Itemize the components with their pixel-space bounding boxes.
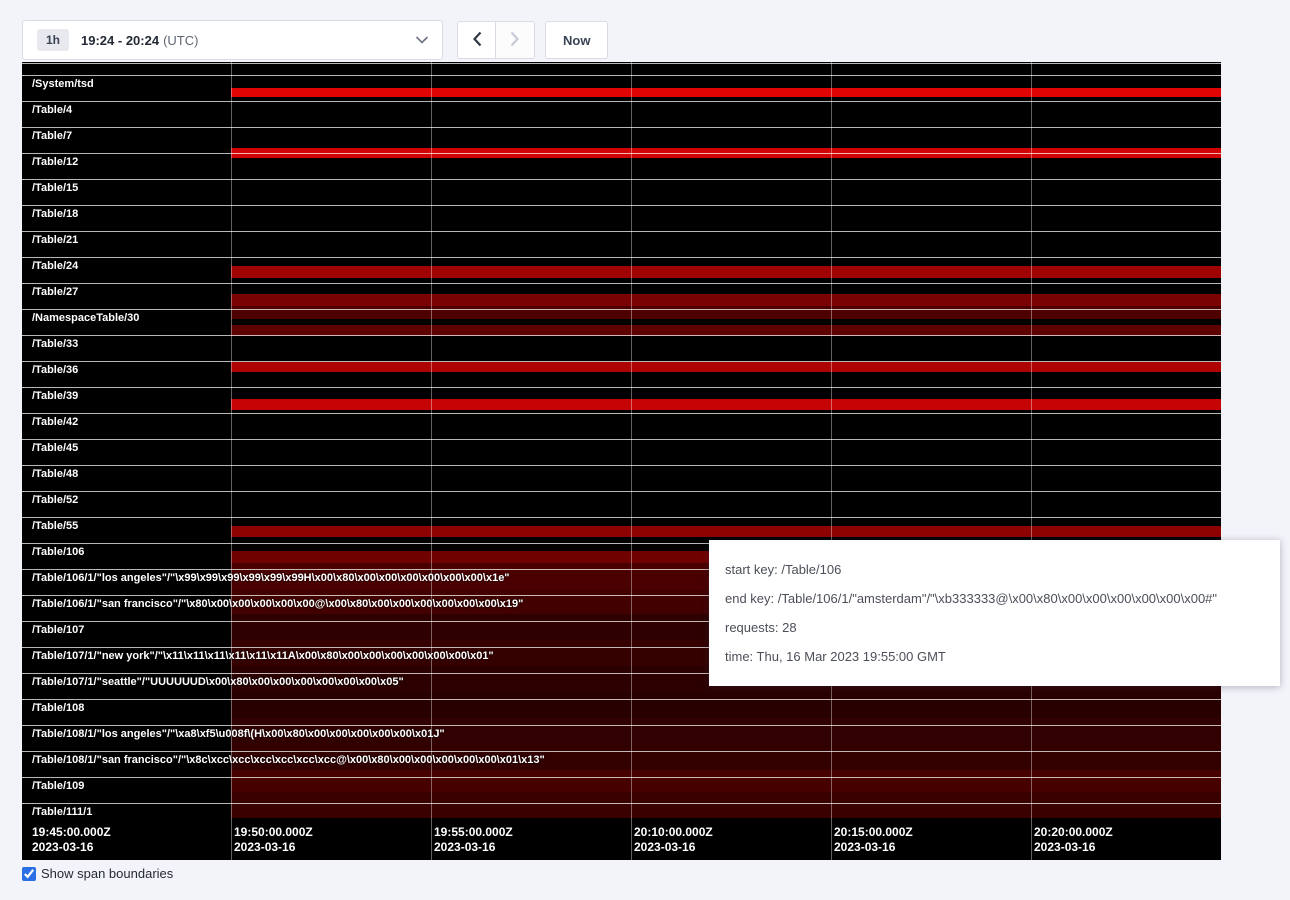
heat-band: [231, 692, 1221, 718]
x-axis-label: 20:20:00.000Z2023-03-16: [1034, 825, 1113, 855]
span-boundary-line: [22, 777, 1221, 778]
time-range-timezone: (UTC): [163, 33, 198, 48]
grid-line: [831, 62, 832, 860]
x-axis-label: 19:50:00.000Z2023-03-16: [234, 825, 313, 855]
span-boundary-line: [22, 257, 1221, 258]
span-label: /Table/108/1/"san francisco"/"\x8c\xcc\x…: [32, 754, 545, 766]
chevron-down-icon: [416, 36, 428, 44]
now-button[interactable]: Now: [545, 21, 608, 59]
grid-line: [431, 62, 432, 860]
show-span-boundaries-label[interactable]: Show span boundaries: [41, 866, 173, 881]
span-label: /Table/4: [32, 104, 72, 116]
span-tooltip: start key: /Table/106 end key: /Table/106…: [709, 540, 1280, 686]
chevron-right-icon: [510, 31, 520, 50]
span-boundary-line: [22, 205, 1221, 206]
tooltip-body: start key: /Table/106 end key: /Table/106…: [725, 562, 1264, 664]
x-axis-label: 20:15:00.000Z2023-03-16: [834, 825, 913, 855]
span-label: /Table/107/1/"new york"/"\x11\x11\x11\x1…: [32, 650, 494, 662]
tooltip-line: requests: 28: [725, 620, 1264, 635]
span-boundary-line: [22, 361, 1221, 362]
heat-band: [231, 88, 1221, 97]
heat-band: [231, 526, 1221, 537]
span-label: /Table/109: [32, 780, 84, 792]
span-label: /Table/52: [32, 494, 78, 506]
span-boundary-line: [22, 335, 1221, 336]
heat-band: [231, 362, 1221, 372]
span-label: /Table/33: [32, 338, 78, 350]
span-boundary-line: [22, 309, 1221, 310]
footer: Show span boundaries: [22, 866, 173, 881]
span-label: /Table/48: [32, 468, 78, 480]
span-boundary-line: [22, 63, 1221, 64]
toolbar: 1h 19:24 - 20:24 (UTC) Now: [0, 0, 1290, 60]
time-range-label: 19:24 - 20:24: [81, 33, 159, 48]
span-boundary-line: [22, 75, 1221, 76]
time-window-badge: 1h: [37, 29, 69, 51]
span-label: /Table/7: [32, 130, 72, 142]
span-label: /Table/18: [32, 208, 78, 220]
span-label: /Table/21: [32, 234, 78, 246]
time-range-selector[interactable]: 1h 19:24 - 20:24 (UTC): [22, 20, 443, 60]
show-span-boundaries-checkbox[interactable]: [22, 867, 36, 881]
span-label: /Table/106/1/"los angeles"/"\x99\x99\x99…: [32, 572, 510, 584]
span-label: /Table/107/1/"seattle"/"UUUUUUD\x00\x80\…: [32, 676, 404, 688]
span-label: /Table/55: [32, 520, 78, 532]
grid-line: [631, 62, 632, 860]
span-label: /Table/108/1/"los angeles"/"\xa8\xf5\u00…: [32, 728, 445, 740]
span-boundary-line: [22, 231, 1221, 232]
span-boundary-line: [22, 153, 1221, 154]
span-boundary-line: [22, 283, 1221, 284]
span-label: /Table/45: [32, 442, 78, 454]
span-label: /Table/108: [32, 702, 84, 714]
heat-band: [231, 770, 1221, 792]
span-boundary-line: [22, 127, 1221, 128]
key-visualizer-canvas[interactable]: start key: /Table/106end key: /Table/106…: [22, 62, 1221, 860]
x-axis-label: 20:10:00.000Z2023-03-16: [634, 825, 713, 855]
span-boundary-line: [22, 439, 1221, 440]
span-label: /Table/107: [32, 624, 84, 636]
span-boundary-line: [22, 751, 1221, 752]
span-label: /Table/106: [32, 546, 84, 558]
span-boundary-line: [22, 517, 1221, 518]
span-label: /Table/42: [32, 416, 78, 428]
tooltip-line: end key: /Table/106/1/"amsterdam"/"\xb33…: [725, 591, 1264, 606]
heat-band: [231, 266, 1221, 278]
grid-line: [1031, 62, 1032, 860]
span-boundary-line: [22, 179, 1221, 180]
span-boundary-line: [22, 387, 1221, 388]
tooltip-line: time: Thu, 16 Mar 2023 19:55:00 GMT: [725, 649, 1264, 664]
span-boundary-line: [22, 465, 1221, 466]
span-boundary-line: [22, 699, 1221, 700]
heat-band: [231, 399, 1221, 410]
prev-time-button[interactable]: [457, 21, 496, 59]
span-boundary-line: [22, 101, 1221, 102]
span-label: /NamespaceTable/30: [32, 312, 139, 324]
grid-line: [231, 62, 232, 860]
span-label: /Table/36: [32, 364, 78, 376]
span-label: /Table/111/1: [32, 806, 92, 818]
span-boundary-line: [22, 725, 1221, 726]
span-label: /Table/15: [32, 182, 78, 194]
chevron-left-icon: [472, 31, 482, 50]
span-label: /Table/106/1/"san francisco"/"\x80\x00\x…: [32, 598, 523, 610]
time-nav-group: [457, 21, 535, 59]
heat-band: [231, 792, 1221, 818]
span-boundary-line: [22, 491, 1221, 492]
span-label: /Table/12: [32, 156, 78, 168]
heat-band: [231, 306, 1221, 319]
span-boundary-line: [22, 803, 1221, 804]
span-label: /System/tsd: [32, 78, 94, 90]
x-axis-label: 19:45:00.000Z2023-03-16: [32, 825, 111, 855]
span-label: /Table/24: [32, 260, 78, 272]
tooltip-line: start key: /Table/106: [725, 562, 1264, 577]
next-time-button[interactable]: [496, 21, 535, 59]
heat-band: [231, 294, 1221, 306]
x-axis-label: 19:55:00.000Z2023-03-16: [434, 825, 513, 855]
span-label: /Table/39: [32, 390, 78, 402]
span-boundary-line: [22, 413, 1221, 414]
span-label: /Table/27: [32, 286, 78, 298]
